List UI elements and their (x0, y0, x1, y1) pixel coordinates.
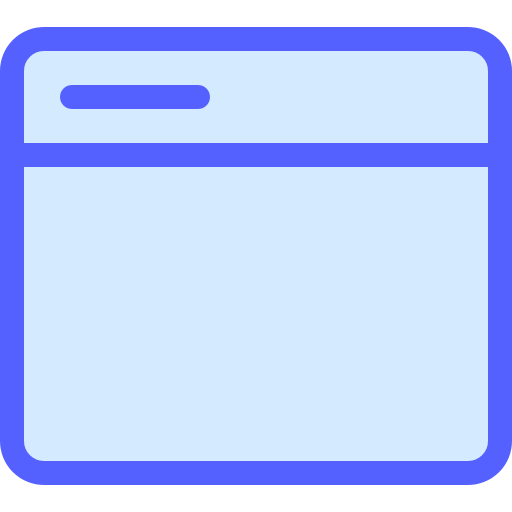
icon-canvas (0, 0, 512, 512)
browser-window-icon (0, 27, 512, 485)
